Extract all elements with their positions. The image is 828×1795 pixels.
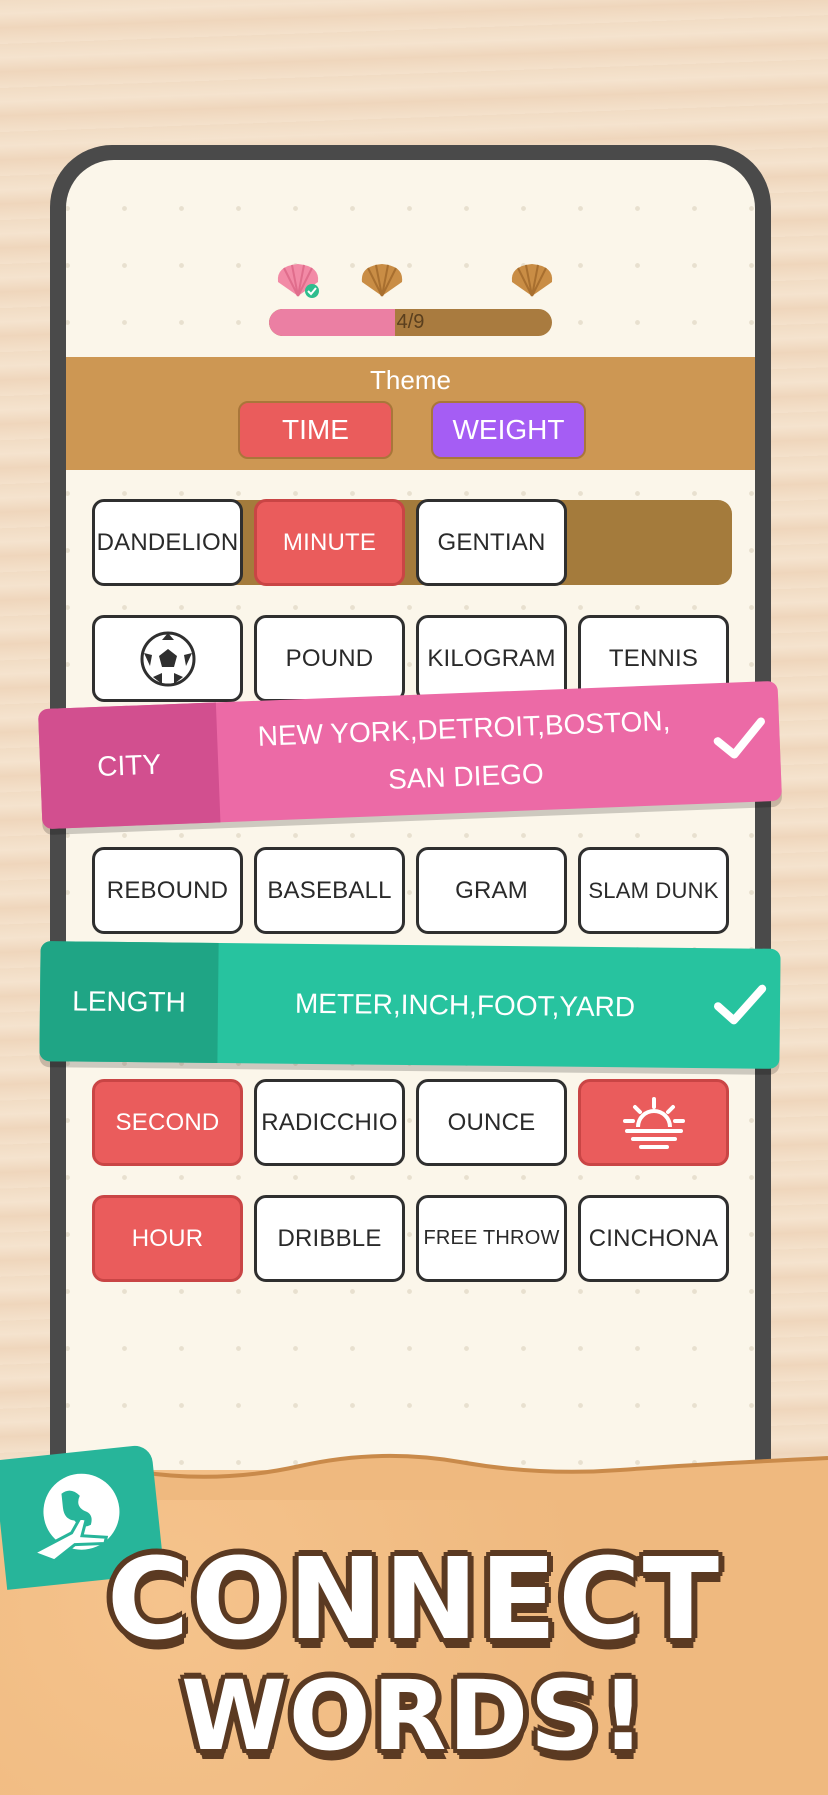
- level-progress-bar: 4/9: [269, 309, 552, 336]
- word-tile[interactable]: BASEBALL: [254, 847, 405, 934]
- shell-icon: [511, 264, 553, 297]
- progress-text: 4/9: [396, 311, 425, 333]
- sunset-icon: [622, 1096, 685, 1149]
- word-tile[interactable]: SLAM DUNK: [578, 847, 729, 934]
- group-words-line: METER,INCH,FOOT,YARD: [294, 987, 636, 1023]
- word-tile[interactable]: GRAM: [416, 847, 567, 934]
- group-words: NEW YORK,DETROIT,BOSTON, SAN DIEGO: [228, 684, 702, 822]
- promo-title-line-1: CONNECT: [107, 1535, 721, 1665]
- theme-panel: Theme TIME WEIGHT: [66, 357, 755, 470]
- word-tile[interactable]: POUND: [254, 615, 405, 702]
- sunset-tile-selected[interactable]: [578, 1079, 729, 1166]
- group-words-line: NEW YORK,DETROIT,BOSTON,: [257, 704, 671, 752]
- shell-icon: [361, 264, 403, 297]
- word-tile-selected[interactable]: HOUR: [92, 1195, 243, 1282]
- theme-option-time[interactable]: TIME: [238, 401, 393, 459]
- group-category-label: LENGTH: [39, 941, 219, 1063]
- theme-title: Theme: [370, 365, 451, 395]
- word-tile[interactable]: CINCHONA: [578, 1195, 729, 1282]
- check-icon: [714, 984, 767, 1025]
- promo-title-line-2: WORDS!: [180, 1660, 648, 1772]
- soccer-ball-tile[interactable]: [92, 615, 243, 702]
- word-tile[interactable]: DRIBBLE: [254, 1195, 405, 1282]
- word-tile-selected[interactable]: MINUTE: [254, 499, 405, 586]
- word-tile[interactable]: DANDELION: [92, 499, 243, 586]
- word-tile[interactable]: RADICCHIO: [254, 1079, 405, 1166]
- word-tile-selected[interactable]: SECOND: [92, 1079, 243, 1166]
- group-words: METER,INCH,FOOT,YARD: [229, 943, 700, 1068]
- check-icon: [713, 717, 765, 759]
- word-tile[interactable]: OUNCE: [416, 1079, 567, 1166]
- theme-option-weight[interactable]: WEIGHT: [431, 401, 586, 459]
- shell-icon-earned: [277, 264, 319, 298]
- level-shells: [66, 260, 755, 310]
- word-tile[interactable]: GENTIAN: [416, 499, 567, 586]
- word-tile[interactable]: FREE THROW: [416, 1195, 567, 1282]
- solved-group-length: LENGTH METER,INCH,FOOT,YARD: [39, 941, 781, 1069]
- word-tile[interactable]: REBOUND: [92, 847, 243, 934]
- group-category-label: CITY: [37, 702, 221, 830]
- group-words-line: SAN DIEGO: [387, 757, 545, 795]
- soccer-ball-icon: [140, 631, 195, 686]
